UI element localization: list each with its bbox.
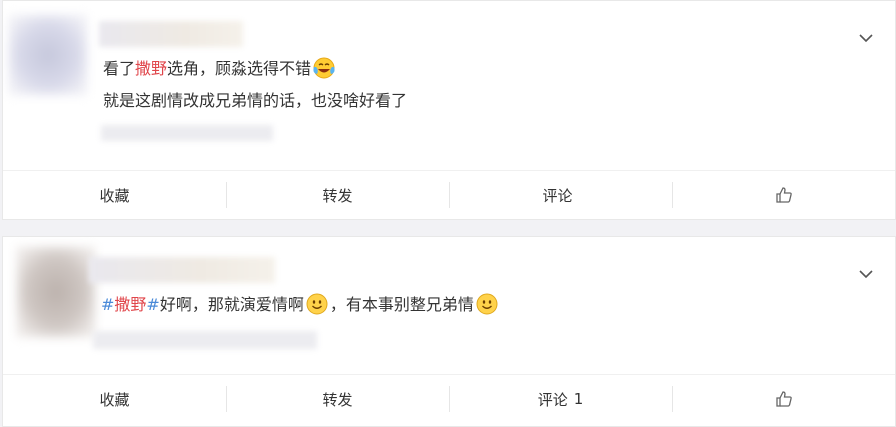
text-segment: ，有本事别整兄弟情: [329, 295, 474, 314]
action-bar: 收藏 转发 评论 1: [3, 374, 895, 423]
repost-button[interactable]: 转发: [226, 375, 449, 423]
comment-text-line: 就是这剧情改成兄弟情的话，也没啥好看了: [103, 91, 408, 110]
collect-button[interactable]: 收藏: [3, 375, 226, 423]
comment-card: #撒野#好啊，那就演爱情啊 ，有本事别整兄弟情 收藏 转发 评论 1: [2, 236, 896, 427]
comment-card: 看了撒野选角，顾淼选得不错 就是这剧情改成兄弟情的话，也没啥好看了 收藏 转发 …: [2, 0, 896, 220]
like-button[interactable]: [672, 171, 895, 219]
repost-button[interactable]: 转发: [226, 171, 449, 219]
comment-text-line: 看了撒野选角，顾淼选得不错: [103, 57, 337, 80]
text-segment: 选角，顾淼选得不错: [167, 59, 312, 78]
repost-label: 转发: [322, 390, 353, 409]
avatar[interactable]: [17, 247, 95, 337]
thumbs-up-icon: [775, 187, 792, 203]
comment-button[interactable]: 评论: [449, 171, 672, 219]
like-button[interactable]: [672, 375, 895, 423]
collect-label: 收藏: [99, 186, 130, 205]
text-segment: 好啊，那就演爱情啊: [159, 295, 304, 314]
hashtag-link[interactable]: #撒野#: [101, 295, 160, 314]
username-blurred[interactable]: [89, 257, 275, 283]
collect-label: 收藏: [99, 390, 130, 409]
smile-emoji-icon: [306, 293, 328, 315]
action-bar: 收藏 转发 评论: [3, 170, 895, 219]
timestamp-blurred: [93, 331, 317, 349]
chevron-down-icon[interactable]: [859, 31, 873, 45]
thumbs-up-icon: [775, 391, 792, 407]
comment-label: 评论: [537, 390, 568, 409]
timestamp-blurred: [101, 125, 273, 141]
smile-emoji-icon: [476, 293, 498, 315]
collect-button[interactable]: 收藏: [3, 171, 226, 219]
comment-label: 评论: [542, 186, 573, 205]
comment-count: 1: [573, 390, 584, 408]
comment-text-line: #撒野#好啊，那就演爱情啊 ，有本事别整兄弟情: [101, 293, 500, 316]
tear-laugh-emoji-icon: [313, 57, 335, 79]
text-segment: 看了: [103, 59, 136, 78]
comment-button[interactable]: 评论 1: [449, 375, 672, 423]
repost-label: 转发: [322, 186, 353, 205]
avatar[interactable]: [9, 15, 87, 95]
keyword-link[interactable]: 撒野: [135, 59, 167, 78]
chevron-down-icon[interactable]: [859, 267, 873, 281]
username-blurred[interactable]: [99, 21, 243, 47]
